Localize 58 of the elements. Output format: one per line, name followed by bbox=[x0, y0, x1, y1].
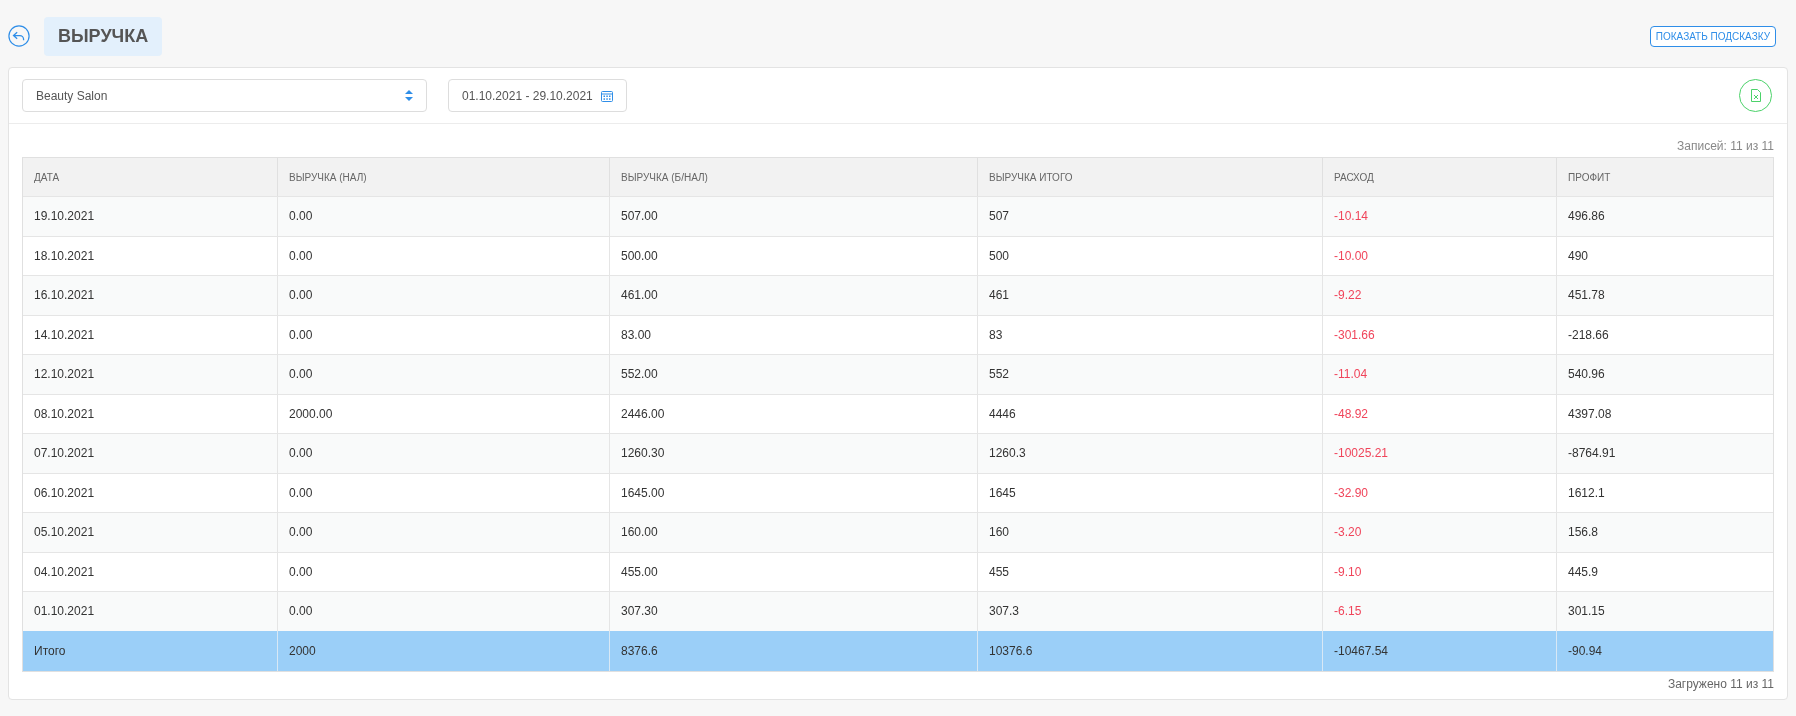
table-cell: 156.8 bbox=[1556, 513, 1773, 552]
table-cell-text: 18.10.2021 bbox=[33, 247, 96, 265]
table-cell: 451.78 bbox=[1556, 276, 1773, 315]
table-cell: 507 bbox=[977, 197, 1322, 236]
table-cell: 461.00 bbox=[609, 276, 977, 315]
table-cell: 507.00 bbox=[609, 197, 977, 236]
table-cell: -6.15 bbox=[1322, 592, 1556, 631]
spreadsheet-file-icon bbox=[1750, 89, 1761, 102]
table-cell: -11.04 bbox=[1322, 355, 1556, 394]
total-cell: 8376.6 bbox=[609, 630, 977, 671]
table-cell-text: 19.10.2021 bbox=[33, 208, 96, 226]
table-cell: 552.00 bbox=[609, 355, 977, 394]
table-cell: 307.3 bbox=[977, 592, 1322, 631]
table-cell-text: 12.10.2021 bbox=[33, 366, 96, 384]
total-cell: 10376.6 bbox=[977, 630, 1322, 671]
date-range-field[interactable]: 01.10.2021 - 29.10.2021 bbox=[448, 79, 627, 112]
table-cell: 307.30 bbox=[609, 592, 977, 631]
table-cell: -10.14 bbox=[1322, 197, 1556, 236]
total-cell: -90.94 bbox=[1556, 630, 1773, 671]
table-cell: -10025.21 bbox=[1322, 434, 1556, 473]
table-cell-text: 04.10.2021 bbox=[33, 563, 96, 581]
table-cell: -3.20 bbox=[1322, 513, 1556, 552]
total-cell: 2000 bbox=[277, 630, 609, 671]
table-cell: 1260.30 bbox=[609, 434, 977, 473]
table-cell: 552 bbox=[977, 355, 1322, 394]
table-cell-text: 08.10.2021 bbox=[33, 405, 96, 423]
table-cell: 0.00 bbox=[277, 592, 609, 631]
table-cell: 461 bbox=[977, 276, 1322, 315]
table-cell-text: 16.10.2021 bbox=[33, 287, 96, 305]
table-cell: 1260.3 bbox=[977, 434, 1322, 473]
sort-arrows-icon bbox=[405, 90, 413, 101]
page-title: ВЫРУЧКА bbox=[44, 16, 163, 56]
table-cell-text: 01.10.2021 bbox=[33, 603, 96, 621]
column-header: ДАТА bbox=[33, 170, 61, 185]
records-count: Записей: 11 из 11 bbox=[1677, 138, 1774, 155]
total-cell: -10467.54 bbox=[1322, 630, 1556, 671]
back-icon[interactable] bbox=[8, 25, 30, 47]
table-cell: 540.96 bbox=[1556, 355, 1773, 394]
table-cell: 0.00 bbox=[277, 355, 609, 394]
table-cell-text: 07.10.2021 bbox=[33, 445, 96, 463]
loaded-count: Загружено 11 из 11 bbox=[1667, 675, 1774, 693]
table-cell: 496.86 bbox=[1556, 197, 1773, 236]
salon-select[interactable]: Beauty Salon bbox=[22, 79, 427, 112]
table-cell: 0.00 bbox=[277, 434, 609, 473]
table-cell: 301.15 bbox=[1556, 592, 1773, 631]
table-cell-text: 06.10.2021 bbox=[33, 484, 96, 502]
table-cell: -8764.91 bbox=[1556, 434, 1773, 473]
table-cell: 0.00 bbox=[277, 276, 609, 315]
table-cell: 160 bbox=[977, 513, 1322, 552]
table-cell: 160.00 bbox=[609, 513, 977, 552]
table-cell: -9.22 bbox=[1322, 276, 1556, 315]
calendar-icon bbox=[601, 89, 613, 102]
total-cell-text: Итого bbox=[33, 642, 67, 660]
table-cell-text: 05.10.2021 bbox=[33, 524, 96, 542]
table-cell-text: 14.10.2021 bbox=[33, 326, 96, 344]
table-cell: 0.00 bbox=[277, 513, 609, 552]
table-cell: 0.00 bbox=[277, 197, 609, 236]
show-hint-button[interactable]: ПОКАЗАТЬ ПОДСКАЗКУ bbox=[1649, 25, 1776, 47]
